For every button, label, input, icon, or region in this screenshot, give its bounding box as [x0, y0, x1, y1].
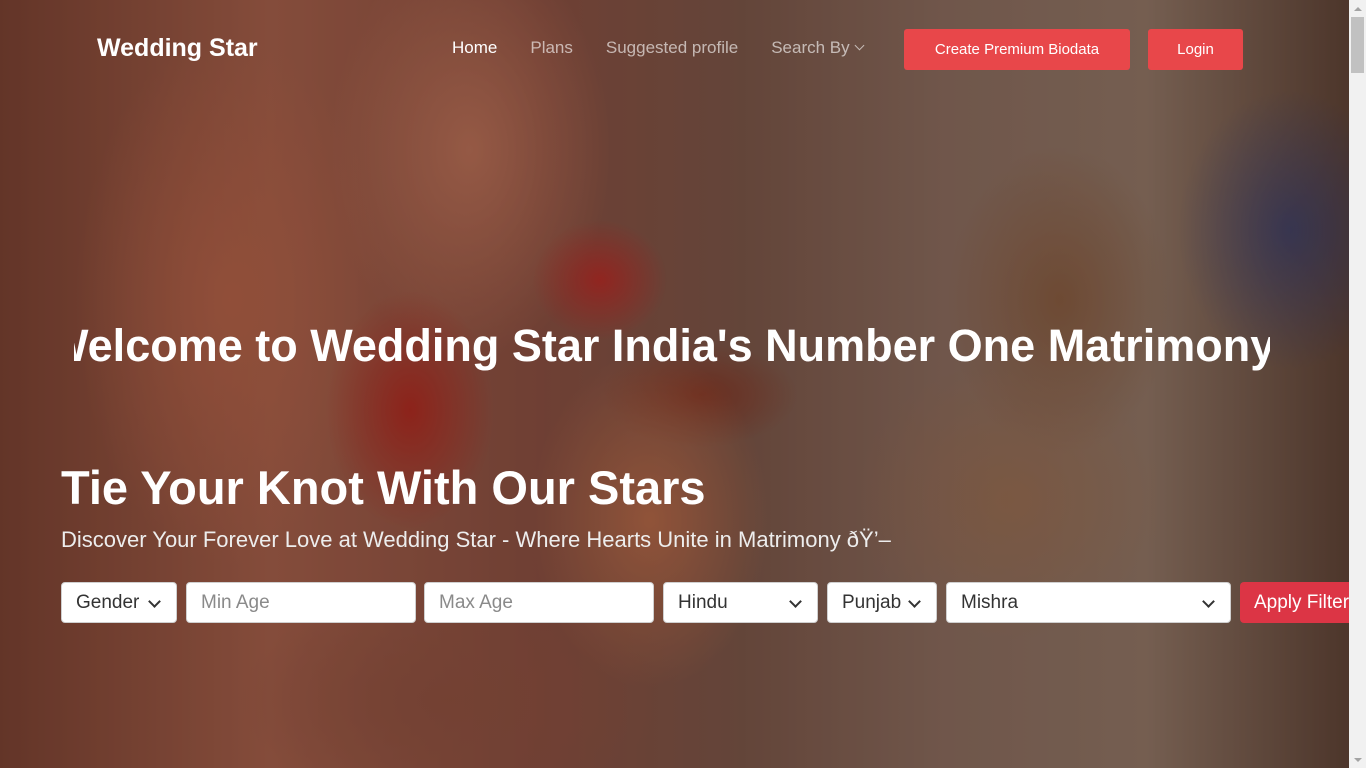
page: Wedding Star Home Plans Suggested profil…: [0, 0, 1366, 768]
min-age-input[interactable]: Min Age: [186, 582, 416, 623]
max-age-placeholder: Max Age: [439, 591, 513, 613]
state-select[interactable]: Punjab: [827, 582, 937, 623]
nav-home[interactable]: Home: [452, 38, 497, 58]
state-select-value: Punjab: [842, 591, 902, 613]
gender-select-value: Gender: [76, 591, 140, 613]
gender-select[interactable]: Gender: [61, 582, 177, 623]
login-button[interactable]: Login: [1148, 29, 1243, 70]
chevron-down-icon: [854, 40, 865, 51]
hero-subheadline: Discover Your Forever Love at Wedding St…: [61, 527, 891, 552]
create-premium-biodata-button[interactable]: Create Premium Biodata: [904, 29, 1130, 70]
nav-search-by-label: Search By: [771, 38, 850, 57]
hero-overlay: [0, 0, 1349, 768]
brand-logo-text[interactable]: Wedding Star: [97, 34, 258, 63]
page-scrollbar[interactable]: [1349, 0, 1366, 768]
hero-headline: Tie Your Knot With Our Stars: [61, 461, 706, 514]
min-age-placeholder: Min Age: [201, 591, 270, 613]
triangle-down-icon: [1353, 757, 1362, 762]
nav-plans[interactable]: Plans: [530, 38, 573, 58]
triangle-up-icon: [1353, 6, 1362, 11]
chevron-down-icon: [148, 595, 161, 608]
nav-search-by-dropdown[interactable]: Search By: [771, 38, 865, 58]
welcome-marquee-text: Welcome to Wedding Star India's Number O…: [74, 320, 1270, 371]
religion-select-value: Hindu: [678, 591, 728, 613]
nav-suggested-profile[interactable]: Suggested profile: [606, 38, 738, 58]
chevron-down-icon: [908, 595, 921, 608]
max-age-input[interactable]: Max Age: [424, 582, 654, 623]
welcome-marquee: Welcome to Wedding Star India's Number O…: [74, 318, 1270, 378]
main-nav: Home Plans Suggested profile Search By: [452, 38, 865, 58]
scroll-down-arrow[interactable]: [1349, 751, 1366, 768]
scrollbar-thumb[interactable]: [1351, 17, 1364, 73]
chevron-down-icon: [789, 595, 802, 608]
religion-select[interactable]: Hindu: [663, 582, 818, 623]
caste-select[interactable]: Mishra: [946, 582, 1231, 623]
apply-filters-button[interactable]: Apply Filters: [1240, 582, 1358, 623]
scroll-up-arrow[interactable]: [1349, 0, 1366, 17]
caste-select-value: Mishra: [961, 591, 1019, 613]
chevron-down-icon: [1202, 595, 1215, 608]
